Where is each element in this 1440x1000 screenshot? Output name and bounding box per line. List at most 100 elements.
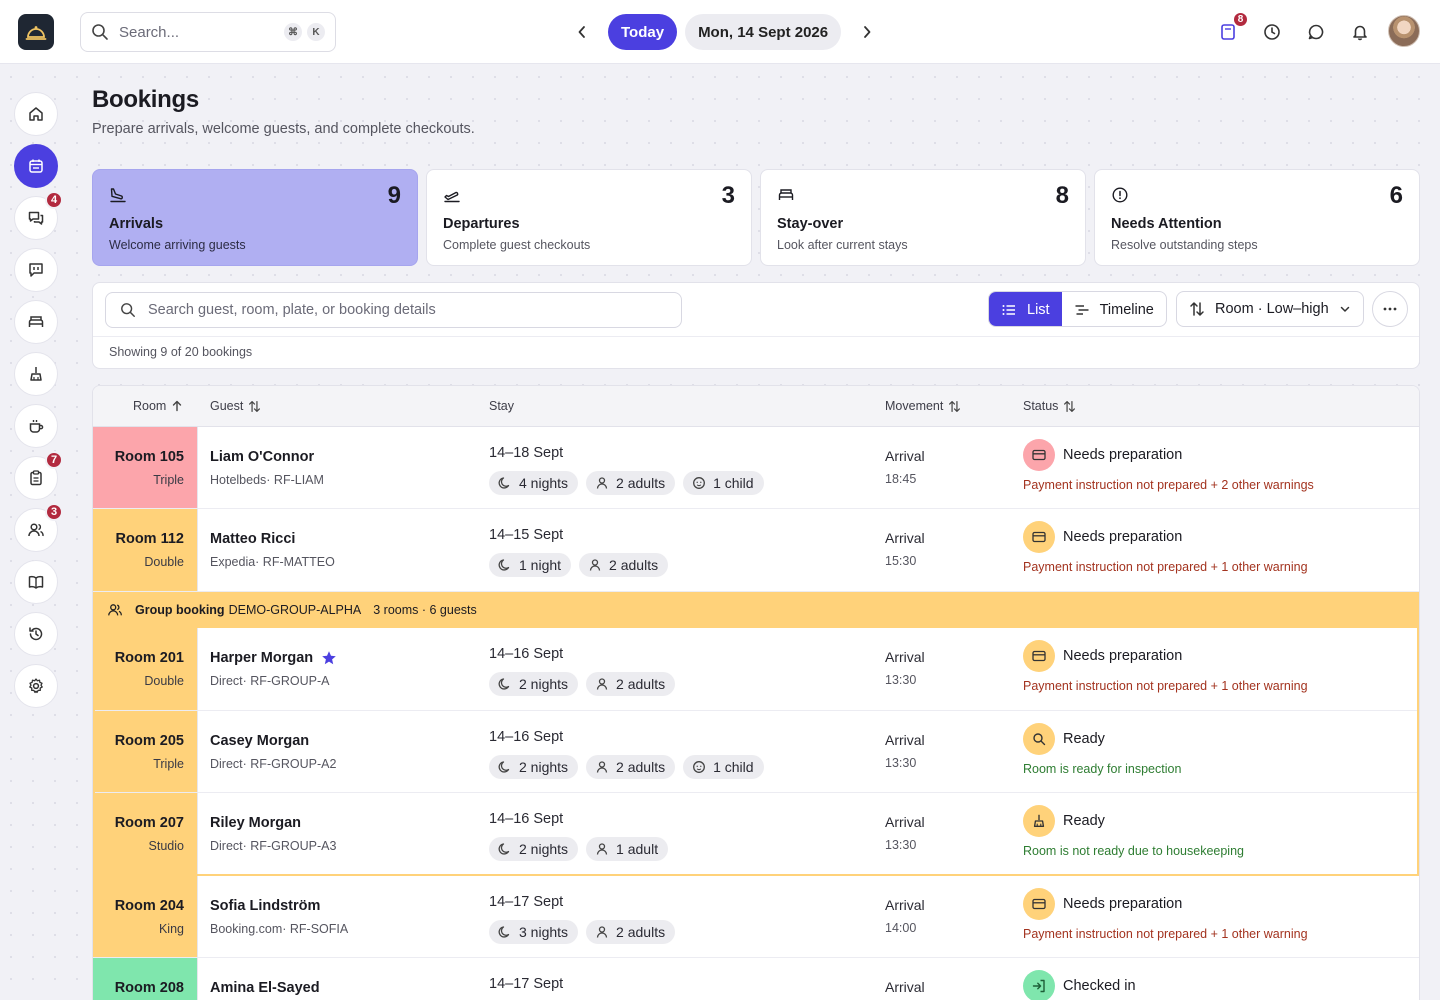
adults-chip: 1 adult [586,837,669,861]
sidebar-item-guests[interactable]: 3 [14,503,63,552]
room-number: Room 201 [114,650,184,666]
calendar-icon [29,159,43,173]
needs-attention-subtitle: Resolve outstanding steps [1111,238,1258,252]
sort-select[interactable]: Room · Low–high [1176,291,1364,327]
sort-arrows-icon [249,400,261,412]
sidebar-item-history[interactable] [14,612,58,656]
column-room-label: Room [133,399,167,413]
guest-name-text: Harper Morgan [210,650,314,666]
card-departures[interactable]: 3 Departures Complete guest checkouts [426,169,752,266]
card-needs-attention[interactable]: 6 Needs Attention Resolve outstanding st… [1094,169,1420,266]
chat-button[interactable] [1302,18,1330,46]
bookings-notifications-button[interactable]: 8 [1214,11,1249,46]
status-label: Needs preparation [1063,896,1183,912]
sidebar-item-home[interactable] [14,92,58,136]
arrivals-subtitle: Welcome arriving guests [109,238,246,252]
global-search[interactable]: Search... ⌘ K [80,12,336,52]
sidebar-item-reviews[interactable] [14,248,58,292]
table-row[interactable]: Room 112 Double Matteo Ricci Expedia· RF… [93,509,1419,592]
adults-value: 2 adults [609,557,659,573]
bell-icon [1353,25,1367,41]
booking-source: Direct· RF-GROUP-A [210,674,330,688]
adults-value: 1 adult [616,841,659,857]
guest-name[interactable]: Sofia Lindström [210,898,320,914]
column-movement[interactable]: Movement [885,399,961,413]
sidebar-item-settings[interactable] [14,664,58,708]
guest-name[interactable]: Liam O'Connor [210,449,314,465]
today-button[interactable]: Today [608,14,678,50]
sidebar-item-services[interactable] [14,404,58,448]
guest-name[interactable]: Casey Morgan [210,733,309,749]
stay-dates: 14–17 Sept [489,894,564,910]
chevron-left-icon [578,26,585,38]
table-row[interactable]: Room 208 Amina El-Sayed 14–17 Sept Arriv… [93,958,1419,1000]
guest-name[interactable]: Amina El-Sayed [210,980,320,996]
status-icon [1023,970,1055,1000]
bookings-table: Room Guest Stay Movement Status Room 105… [92,385,1420,1000]
group-booking-banner[interactable]: Group booking DEMO-GROUP-ALPHA 3 rooms ·… [93,592,1419,628]
table-row[interactable]: Room 201 Double Harper Morgan Direct· RF… [93,628,1419,711]
status-detail[interactable]: Payment instruction not prepared + 1 oth… [1023,560,1308,574]
status-detail[interactable]: Payment instruction not prepared + 1 oth… [1023,679,1308,693]
guest-name[interactable]: Riley Morgan [210,815,301,831]
column-status-label: Status [1023,399,1059,413]
history-button[interactable] [1258,18,1286,46]
adults-chip: 2 adults [586,471,676,495]
chevron-right-icon [864,26,871,38]
current-date-picker[interactable]: Mon, 14 Sept 2026 [685,14,842,50]
table-row[interactable]: Room 205 Triple Casey Morgan Direct· RF-… [93,711,1419,793]
status-detail[interactable]: Room is not ready due to housekeeping [1023,844,1244,858]
view-timeline-button[interactable]: Timeline [1062,292,1166,326]
next-day-button[interactable] [853,14,881,50]
table-row[interactable]: Room 105 Triple Liam O'Connor Hotelbeds·… [93,427,1419,509]
shortcut-key-cmd: ⌘ [284,23,302,41]
user-icon [596,843,608,855]
guest-name-text: Sofia Lindström [210,898,321,914]
card-stay-over[interactable]: 8 Stay-over Look after current stays [760,169,1086,266]
booking-source: Expedia· RF-MATTEO [210,555,335,569]
guest-name[interactable]: Harper Morgan [210,650,337,666]
table-row[interactable]: Room 207 Studio Riley Morgan Direct· RF-… [93,793,1419,876]
results-count: Showing 9 of 20 bookings [109,345,253,359]
table-row[interactable]: Room 204 King Sofia Lindström Booking.co… [93,876,1419,958]
movement-type: Arrival [885,897,925,913]
booking-search-input[interactable]: Search guest, room, plate, or booking de… [105,292,682,328]
sidebar-item-rooms[interactable] [14,300,58,344]
user-avatar[interactable] [1388,15,1420,47]
sidebar: 4 7 3 [14,92,63,716]
sidebar-item-tasks[interactable]: 7 [14,451,63,500]
status-icon [1023,723,1055,755]
column-guest[interactable]: Guest [210,399,261,413]
nights-value: 4 nights [519,475,569,491]
room-number: Room 204 [114,898,184,914]
previous-day-button[interactable] [568,14,596,50]
filter-divider [93,336,1419,337]
moon-icon [498,477,510,489]
status-detail[interactable]: Payment instruction not prepared + 1 oth… [1023,927,1308,941]
user-icon [596,926,608,938]
sidebar-item-bookings[interactable] [14,144,58,188]
view-list-button[interactable]: List [989,292,1062,326]
room-cell: Room 105 Triple [93,427,198,508]
notifications-button[interactable] [1346,18,1374,46]
credit-card-icon [1032,650,1046,662]
app-logo[interactable] [18,14,54,50]
column-room[interactable]: Room [133,399,183,413]
column-stay-label: Stay [489,399,515,413]
card-arrivals[interactable]: 9 Arrivals Welcome arriving guests [92,169,418,266]
more-options-button[interactable] [1372,291,1408,327]
guest-name[interactable]: Matteo Ricci [210,531,295,547]
column-status[interactable]: Status [1023,399,1076,413]
room-number: Room 205 [114,733,184,749]
sidebar-item-messages[interactable]: 4 [14,191,63,240]
status-detail[interactable]: Room is ready for inspection [1023,762,1181,776]
adults-value: 2 adults [616,924,666,940]
sidebar-item-guide[interactable] [14,560,58,604]
status-detail[interactable]: Payment instruction not prepared + 2 oth… [1023,478,1314,492]
group-booking-code: DEMO-GROUP-ALPHA [228,603,362,617]
stay-dates: 14–15 Sept [489,527,564,543]
page-title: Bookings [92,86,199,113]
sidebar-item-housekeeping[interactable] [14,352,58,396]
credit-card-icon [1032,898,1046,910]
room-type: Studio [148,839,184,853]
